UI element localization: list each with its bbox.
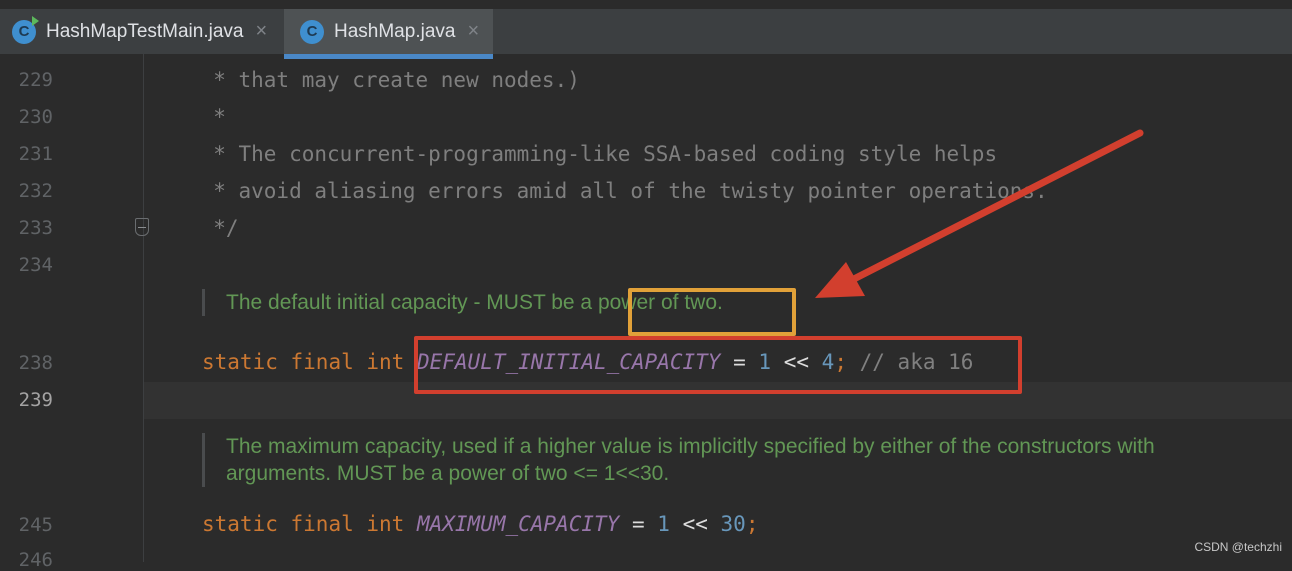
watermark: CSDN @techzhi	[1194, 540, 1282, 554]
annotation-arrow-icon	[815, 129, 1144, 298]
